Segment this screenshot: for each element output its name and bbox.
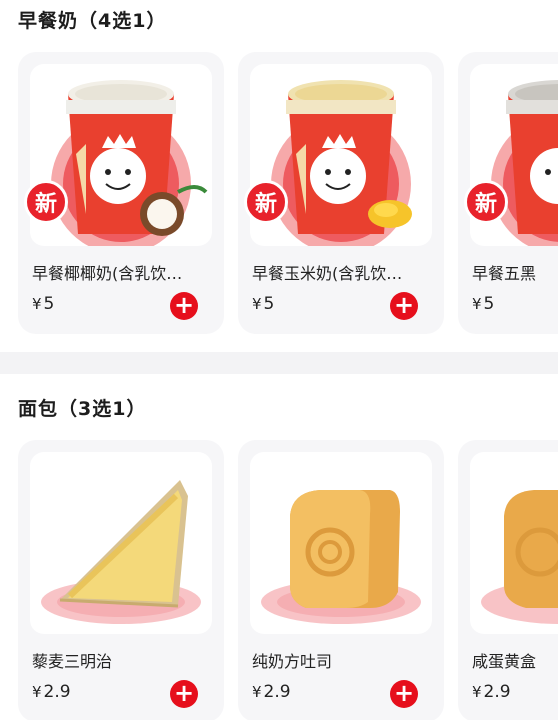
product-price: ¥2.9 [252,682,291,702]
add-to-cart-button[interactable]: + [170,680,198,708]
product-name: 纯奶方吐司 [252,652,333,671]
currency-symbol: ¥ [32,295,42,313]
price-value: 5 [483,294,495,314]
price-value: 5 [263,294,275,314]
section-divider [0,352,558,374]
product-name: 早餐椰椰奶(含乳饮… [32,264,183,283]
section-title-breakfast-milk: 早餐奶（4选1） [18,10,167,32]
product-price: ¥2.9 [32,682,71,702]
product-image [470,452,558,634]
price-value: 2.9 [263,682,291,702]
product-image [250,452,432,634]
price-value: 2.9 [483,682,511,702]
product-card-coconut-milk[interactable]: 新 早餐椰椰奶(含乳饮… ¥5 + [18,52,224,334]
product-price: ¥5 [252,294,274,314]
breakfast-milk-section: 早餐奶（4选1） 新 早餐椰椰奶(含乳饮… ¥ 5 + 新 早餐玉米奶(含乳饮…… [0,0,558,340]
price-value: 5 [43,294,55,314]
product-price: ¥2.9 [472,682,511,702]
add-to-cart-button[interactable]: + [170,292,198,320]
currency-symbol: ¥ [252,683,262,701]
product-name: 早餐玉米奶(含乳饮… [252,264,403,283]
product-price: ¥5 [472,294,494,314]
add-to-cart-button[interactable]: + [390,680,418,708]
currency-symbol: ¥ [472,295,482,313]
section-title-bread: 面包（3选1） [18,398,147,420]
bread-section: 面包（3选1） 藜麦三明治 ¥2.9 + 纯奶方吐司 ¥ 2.9 + 咸蛋黄盒 … [0,374,558,720]
breakfast-milk-row[interactable]: 新 早餐椰椰奶(含乳饮… ¥5 + 新 早餐玉米奶(含乳饮… ¥ 5 + 新 早… [0,48,558,340]
add-to-cart-button[interactable]: + [390,292,418,320]
product-name: 早餐五黑 [472,264,537,283]
currency-symbol: ¥ [252,295,262,313]
bread-row[interactable]: 藜麦三明治 ¥2.9 + 纯奶方吐司 ¥2.9 + 咸蛋黄盒 ¥ 2.9 [0,436,558,720]
product-image [30,452,212,634]
new-badge: 新 [464,180,508,224]
product-price: ¥5 [32,294,54,314]
product-card-salted-egg-yolk-box[interactable]: 咸蛋黄盒 ¥2.9 [458,440,558,720]
price-value: 2.9 [43,682,71,702]
product-name: 咸蛋黄盒 [472,652,537,671]
product-card-milk-toast[interactable]: 纯奶方吐司 ¥2.9 + [238,440,444,720]
product-card-quinoa-sandwich[interactable]: 藜麦三明治 ¥2.9 + [18,440,224,720]
product-name: 藜麦三明治 [32,652,113,671]
currency-symbol: ¥ [472,683,482,701]
currency-symbol: ¥ [32,683,42,701]
new-badge: 新 [244,180,288,224]
new-badge: 新 [24,180,68,224]
product-card-five-black-milk[interactable]: 新 早餐五黑 ¥5 [458,52,558,334]
product-card-corn-milk[interactable]: 新 早餐玉米奶(含乳饮… ¥5 + [238,52,444,334]
